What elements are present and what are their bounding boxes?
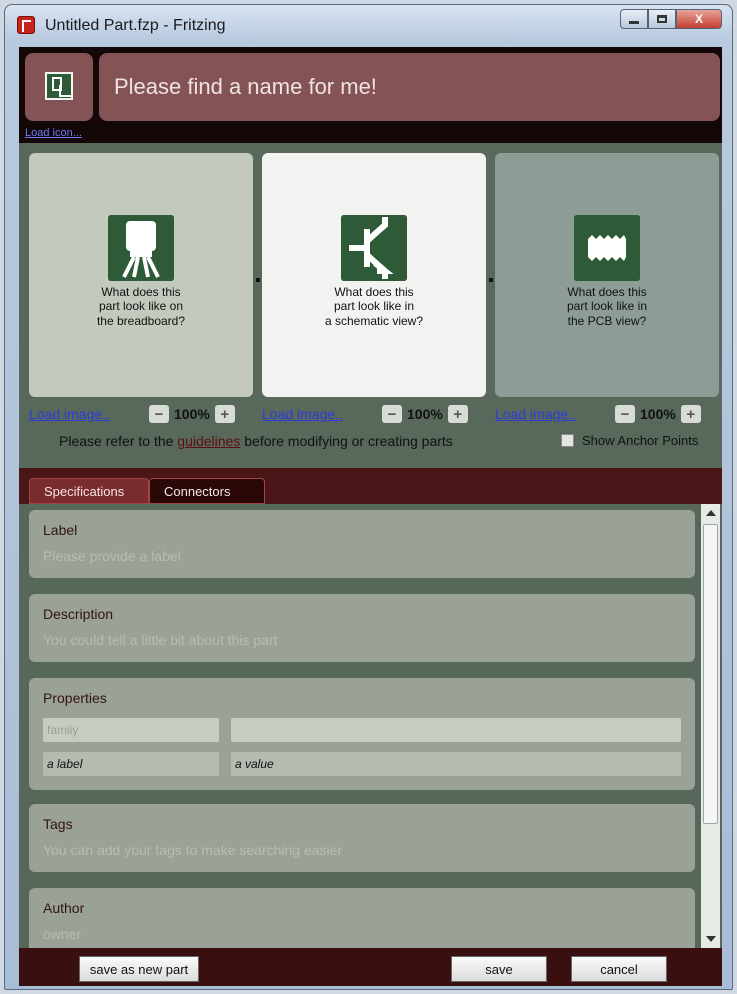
author-section[interactable]: Author owner <box>29 888 695 948</box>
breadboard-icon <box>108 215 174 281</box>
caption-line: part look like in <box>566 299 648 314</box>
pcb-load-image-link[interactable]: Load image.. <box>495 406 615 422</box>
schematic-view-card[interactable]: What does this part look like in a schem… <box>262 153 486 397</box>
zoom-out-button[interactable]: − <box>149 405 169 423</box>
scroll-up-arrow-icon[interactable] <box>706 510 716 516</box>
dialog-footer: save as new part save cancel <box>19 948 722 986</box>
guidelines-prefix: Please refer to the <box>59 433 178 449</box>
breadboard-caption: What does this part look like on the bre… <box>29 285 253 328</box>
schematic-load-image-link[interactable]: Load image.. <box>262 406 382 422</box>
part-icon-tile[interactable] <box>25 53 93 121</box>
show-anchor-points-label: Show Anchor Points <box>582 433 699 448</box>
property-row: family <box>43 718 683 742</box>
caption-line: a schematic view? <box>324 313 424 328</box>
part-name-placeholder: Please find a name for me! <box>114 74 377 99</box>
caption-line: What does this <box>101 285 181 299</box>
guidelines-suffix: before modifying or creating parts <box>240 433 453 449</box>
close-button[interactable]: X <box>676 9 722 29</box>
zoom-level: 100% <box>407 406 443 422</box>
part-name-field[interactable]: Please find a name for me! <box>99 53 720 121</box>
description-input[interactable]: You could tell a little bit about this p… <box>43 632 695 648</box>
tab-specifications[interactable]: Specifications <box>29 478 149 504</box>
vertical-scrollbar[interactable] <box>701 504 720 948</box>
zoom-out-button[interactable]: − <box>382 405 402 423</box>
breadboard-controls: Load image.. − 100% + <box>29 403 235 425</box>
breadboard-load-image-link[interactable]: Load image.. <box>29 406 149 422</box>
maximize-icon <box>657 15 667 23</box>
minimize-icon <box>629 20 639 24</box>
part-header: Please find a name for me! Load icon... <box>19 47 722 143</box>
pcb-caption: What does this part look like in the PCB… <box>495 285 719 328</box>
pcb-controls: Load image.. − 100% + <box>495 403 701 425</box>
zoom-out-button[interactable]: − <box>615 405 635 423</box>
fritzing-app-icon <box>17 16 35 34</box>
pcb-icon <box>574 215 640 281</box>
save-button[interactable]: save <box>451 956 547 982</box>
label-input[interactable]: Please provide a label <box>43 548 695 564</box>
cancel-button[interactable]: cancel <box>571 956 667 982</box>
guidelines-notice: Please refer to the guidelines before mo… <box>59 433 453 449</box>
minimize-button[interactable] <box>620 9 648 29</box>
maximize-button[interactable] <box>648 9 676 29</box>
caption-line: part look like in <box>333 299 415 314</box>
author-title: Author <box>43 900 85 916</box>
load-icon-link[interactable]: Load icon... <box>25 127 82 139</box>
part-icon <box>45 72 73 100</box>
view-separator <box>489 278 493 282</box>
specifications-panel: Label Please provide a label Description… <box>19 504 722 948</box>
label-section[interactable]: Label Please provide a label <box>29 510 695 578</box>
tags-input[interactable]: You can add your tags to make searching … <box>43 842 695 858</box>
description-title: Description <box>43 606 114 622</box>
app-window: Untitled Part.fzp - Fritzing X Please fi… <box>4 4 733 990</box>
tab-bar: Specifications Connectors <box>19 468 722 504</box>
caption-line: part look like on <box>98 299 184 314</box>
caption-line: What does this <box>567 285 647 299</box>
title-bar[interactable]: Untitled Part.fzp - Fritzing X <box>5 5 732 43</box>
guidelines-link[interactable]: guidelines <box>177 433 240 449</box>
save-as-new-part-button[interactable]: save as new part <box>79 956 199 982</box>
view-images-panel: What does this part look like on the bre… <box>19 143 722 468</box>
properties-section: Properties family a label a value <box>29 678 695 790</box>
breadboard-view-card[interactable]: What does this part look like on the bre… <box>29 153 253 397</box>
caption-line: the PCB view? <box>567 313 647 328</box>
tags-section[interactable]: Tags You can add your tags to make searc… <box>29 804 695 872</box>
zoom-level: 100% <box>174 406 210 422</box>
tags-title: Tags <box>43 816 73 832</box>
close-icon: X <box>694 12 703 26</box>
caption-line: the breadboard? <box>96 313 186 328</box>
caption-line: What does this <box>334 285 414 299</box>
property-row: a label a value <box>43 752 683 776</box>
show-anchor-points-checkbox[interactable] <box>561 434 574 447</box>
pcb-view-card[interactable]: What does this part look like in the PCB… <box>495 153 719 397</box>
tab-connectors[interactable]: Connectors <box>149 478 265 504</box>
zoom-in-button[interactable]: + <box>214 405 235 423</box>
label-title: Label <box>43 522 78 538</box>
schematic-caption: What does this part look like in a schem… <box>262 285 486 328</box>
schematic-controls: Load image.. − 100% + <box>262 403 468 425</box>
window-title: Untitled Part.fzp - Fritzing <box>45 17 226 34</box>
view-separator <box>256 278 260 282</box>
property-value-field[interactable] <box>231 718 681 742</box>
schematic-icon <box>341 215 407 281</box>
window-controls: X <box>620 9 722 29</box>
property-key-field[interactable]: a label <box>43 752 219 776</box>
properties-title: Properties <box>43 690 107 706</box>
scroll-down-arrow-icon[interactable] <box>706 936 716 942</box>
parts-editor: Please find a name for me! Load icon... … <box>19 47 722 986</box>
zoom-level: 100% <box>640 406 676 422</box>
author-input[interactable]: owner <box>43 926 695 942</box>
zoom-in-button[interactable]: + <box>680 405 701 423</box>
property-key-field[interactable]: family <box>43 718 219 742</box>
show-anchor-points-toggle[interactable]: Show Anchor Points <box>561 433 698 448</box>
property-value-field[interactable]: a value <box>231 752 681 776</box>
zoom-in-button[interactable]: + <box>447 405 468 423</box>
description-section[interactable]: Description You could tell a little bit … <box>29 594 695 662</box>
scrollbar-thumb[interactable] <box>703 524 718 824</box>
